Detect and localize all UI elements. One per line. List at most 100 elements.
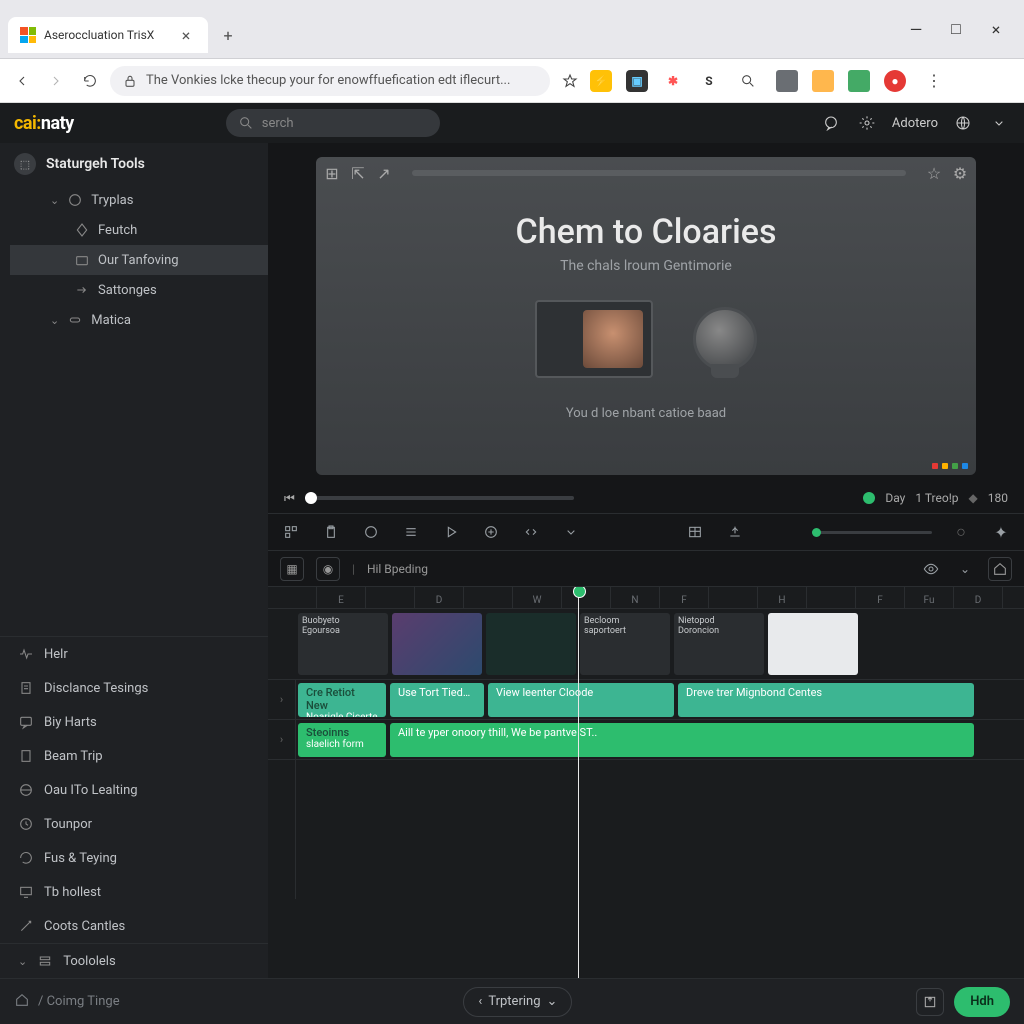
tool-share-icon[interactable] (724, 521, 746, 543)
minimize-icon[interactable]: — (904, 17, 928, 41)
clip[interactable]: Dreve trer Mignbond Centes (678, 683, 974, 717)
sub-home-icon[interactable] (988, 557, 1012, 581)
sidebar-title: Staturgeh Tools (46, 156, 145, 172)
maximize-icon[interactable]: □ (944, 17, 968, 41)
clip[interactable]: Steoinnsslaelich form (298, 723, 386, 757)
clip[interactable]: Aill te yper onoory thill, We be pantve … (390, 723, 974, 757)
tool-grid-icon[interactable] (280, 521, 302, 543)
timeline[interactable]: E D W N F H F Fu D BuobyetoEgoursoa (268, 587, 1024, 978)
clip-thumb[interactable]: NietopodDoroncion (674, 613, 764, 675)
side-item-5[interactable]: Tounpor (0, 807, 268, 841)
close-tab-icon[interactable]: × (176, 25, 196, 45)
tree-item-4[interactable]: ⌄ Matica (10, 305, 268, 335)
search-input[interactable]: serch (226, 109, 440, 137)
chevron-down-icon[interactable] (560, 521, 582, 543)
scrub-val: 180 (988, 491, 1008, 505)
track-label[interactable]: › (268, 720, 296, 759)
zoom-slider[interactable] (812, 531, 932, 534)
browser-tab-strip: Aseroccluation TrisX × + — □ × (0, 0, 1024, 59)
home-icon[interactable] (14, 992, 30, 1012)
tree-item-2[interactable]: Our Tanfoving (10, 245, 268, 275)
ext-icon-5[interactable] (812, 70, 834, 92)
side-item-6[interactable]: Fus & Teying (0, 841, 268, 875)
chevron-down-icon[interactable] (988, 112, 1010, 134)
scrub-day: Day (885, 491, 905, 505)
tool-add-icon[interactable] (480, 521, 502, 543)
scrub-treo: 1 Treo!p (915, 491, 958, 505)
side-item-7[interactable]: Tb hollest (0, 875, 268, 909)
side-item-3[interactable]: Beam Trip (0, 739, 268, 773)
play-icon[interactable] (440, 521, 462, 543)
clip-thumb[interactable]: BuobyetoEgoursoa (298, 613, 388, 675)
chat-icon[interactable] (820, 112, 842, 134)
primary-action-button[interactable]: Hdh (954, 987, 1010, 1017)
clip-thumb[interactable]: Becloomsaportoert (580, 613, 670, 675)
tool-clipboard-icon[interactable] (320, 521, 342, 543)
side-item-8[interactable]: Coots Cantles (0, 909, 268, 943)
ruler-tick: F (856, 587, 905, 608)
browser-tab[interactable]: Aseroccluation TrisX × (8, 17, 208, 53)
url-input[interactable]: The Vonkies lcke thecup your for enowffu… (110, 66, 550, 96)
ext-icon-2[interactable]: ▣ (626, 70, 648, 92)
ext-icon-1[interactable]: ⚡ (590, 70, 612, 92)
reload-icon[interactable] (76, 67, 104, 95)
preview-canvas[interactable]: ⊞ ⇱ ↗ ☆ ⚙ Chem to Cloaries The chals lro… (316, 157, 976, 475)
clip-thumb[interactable] (392, 613, 482, 675)
ext-icon-6[interactable] (848, 70, 870, 92)
tool-table-icon[interactable] (684, 521, 706, 543)
ext-icon-3[interactable]: ✱ (662, 70, 684, 92)
chevron-down-icon[interactable]: ⌄ (954, 558, 976, 580)
clip[interactable]: Use Tort Tied… (390, 683, 484, 717)
close-window-icon[interactable]: × (984, 17, 1008, 41)
footer-center-button[interactable]: ‹ Trptering ⌄ (463, 987, 572, 1017)
playhead[interactable] (578, 587, 579, 978)
chevron-down-icon: ⌄ (50, 314, 59, 327)
preview-icon-2[interactable]: ⇱ (350, 165, 366, 181)
side-item-0[interactable]: Helr (0, 637, 268, 671)
user-label[interactable]: Adotero (892, 116, 938, 131)
tool-code-icon[interactable] (520, 521, 542, 543)
track-label[interactable] (268, 760, 296, 899)
refresh-icon (18, 850, 34, 866)
menu-dots-icon[interactable]: ⋮ (920, 67, 948, 95)
preview-icon-3[interactable]: ↗ (376, 165, 392, 181)
ruler-tick: Fu (905, 587, 954, 608)
ext-icon-7[interactable]: ● (884, 70, 906, 92)
tree-label: Sattonges (98, 283, 157, 298)
skip-start-icon[interactable]: ⏮ (284, 491, 295, 506)
new-tab-button[interactable]: + (218, 25, 238, 45)
star-icon[interactable] (556, 67, 584, 95)
ext-icon-s[interactable]: S (698, 70, 720, 92)
back-icon[interactable] (8, 67, 36, 95)
side-item-4[interactable]: Oau ITo Lealting (0, 773, 268, 807)
tree-item-3[interactable]: Sattonges (10, 275, 268, 305)
tree-root[interactable]: ⌄ Tryplas (10, 185, 268, 215)
ext-icon-4[interactable] (776, 70, 798, 92)
tree-item-1[interactable]: Feutch (10, 215, 268, 245)
preview-progress[interactable] (412, 170, 906, 176)
clip-thumb[interactable] (486, 613, 576, 675)
scrub-track[interactable] (305, 496, 574, 500)
sub-icon-2[interactable]: ◉ (316, 557, 340, 581)
export-icon[interactable] (916, 988, 944, 1016)
gear-icon[interactable]: ⚙ (952, 165, 968, 181)
track-label[interactable]: › (268, 680, 296, 719)
app-logo[interactable]: cai:naty (14, 113, 74, 134)
forward-icon[interactable] (42, 67, 70, 95)
clip[interactable]: View leenter Cloode (488, 683, 674, 717)
tool-list-icon[interactable] (400, 521, 422, 543)
side-item-2[interactable]: Biy Harts (0, 705, 268, 739)
search-ext-icon[interactable] (734, 67, 762, 95)
clip[interactable]: Cre Retiot NewNoarigle Cicerte (298, 683, 386, 717)
side-item-1[interactable]: Disclance Tesings (0, 671, 268, 705)
clip-thumb[interactable] (768, 613, 858, 675)
star-icon[interactable]: ☆ (926, 165, 942, 181)
sub-icon-1[interactable]: ▦ (280, 557, 304, 581)
preview-icon-1[interactable]: ⊞ (324, 165, 340, 181)
gear-icon[interactable] (856, 112, 878, 134)
side-item-9[interactable]: ⌄Toololels (0, 943, 268, 978)
sub-eye-icon[interactable] (920, 558, 942, 580)
globe-icon[interactable] (952, 112, 974, 134)
tool-circle-icon[interactable] (360, 521, 382, 543)
tool-spark-icon[interactable]: ✦ (990, 521, 1012, 543)
